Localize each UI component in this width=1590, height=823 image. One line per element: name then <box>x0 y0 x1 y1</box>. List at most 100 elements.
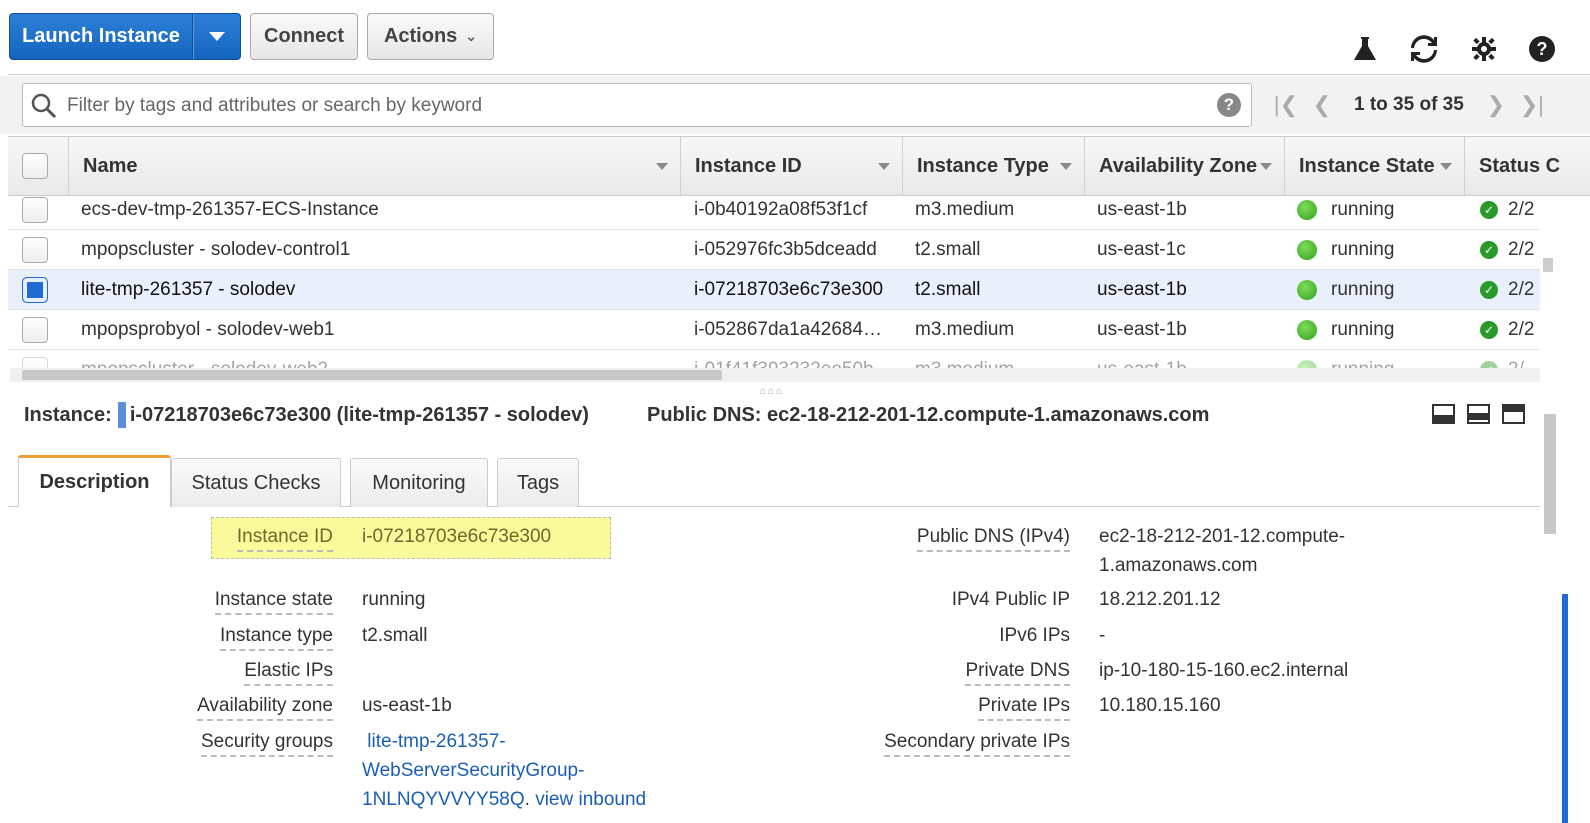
col-instance-type[interactable]: Instance Type <box>902 137 1084 195</box>
col-zone-label: Availability Zone <box>1099 154 1258 177</box>
cell-state: running <box>1297 196 1467 230</box>
security-group-link[interactable]: lite-tmp-261357- <box>362 731 505 752</box>
table-row-selected[interactable]: lite-tmp-261357 - solodev i-07218703e6c7… <box>8 270 1540 310</box>
launch-instance-dropdown[interactable] <box>193 13 241 60</box>
table-row[interactable]: ecs-dev-tmp-261357-ECS-Instance i-0b4019… <box>8 196 1540 230</box>
pane-layout-controls <box>1432 404 1525 424</box>
cell-status: ✓ 2/2 <box>1480 196 1540 230</box>
layout-bottom-icon[interactable] <box>1432 404 1455 424</box>
instance-label: Instance: <box>24 403 112 426</box>
pane-resize-handle[interactable]: ⌂⌂⌂ <box>760 386 784 397</box>
chevron-down-icon: ⌄ <box>465 28 478 44</box>
check-icon: ✓ <box>1480 241 1498 259</box>
label-private-ips: Private IPs <box>850 695 1070 721</box>
question-icon[interactable]: ? <box>1217 93 1241 117</box>
row-checkbox-cell <box>22 230 62 270</box>
table-row[interactable]: mpopscluster - solodev-control1 i-052976… <box>8 230 1540 270</box>
col-instance-state[interactable]: Instance State <box>1284 137 1464 195</box>
cell-zone: us-east-1b <box>1097 319 1187 340</box>
actions-label: Actions <box>383 25 458 47</box>
filter-bar: ? |❮ ❮ 1 to 35 of 35 ❯ ❯| <box>0 76 1590 134</box>
running-status-icon <box>1297 200 1317 220</box>
state-label: running <box>1331 279 1395 300</box>
value-public-dns: ec2-18-212-201-12.compute- 1.amazonaws.c… <box>1099 522 1345 580</box>
flask-icon[interactable] <box>1348 32 1382 66</box>
label-public-dns: Public DNS (IPv4) <box>850 526 1070 552</box>
sort-icon <box>1060 163 1072 170</box>
detail-vertical-scrollbar[interactable] <box>1543 396 1557 823</box>
first-page-icon[interactable]: |❮ <box>1268 92 1304 118</box>
gear-icon[interactable] <box>1467 32 1501 66</box>
actions-button[interactable]: Actions ⌄ <box>367 13 494 60</box>
col-name[interactable]: Name <box>68 137 680 195</box>
chevron-down-icon <box>209 32 225 41</box>
search-input[interactable] <box>67 92 1207 120</box>
state-label: running <box>1331 239 1395 260</box>
label-availability-zone: Availability zone <box>100 695 333 721</box>
cell-instance-id: i-0b40192a08f53f1cf <box>694 199 868 220</box>
table-vertical-scrollbar[interactable] <box>1541 196 1555 356</box>
value-security-groups: lite-tmp-261357- WebServerSecurityGroup-… <box>362 731 647 810</box>
status-label: 2/2 <box>1508 319 1535 340</box>
label-private-dns: Private DNS <box>850 660 1070 686</box>
tab-monitoring[interactable]: Monitoring <box>350 458 488 507</box>
row-checkbox[interactable] <box>22 237 48 263</box>
cell-name: lite-tmp-261357 - solodev <box>81 279 296 300</box>
label-elastic-ips: Elastic IPs <box>100 660 333 686</box>
tab-description[interactable]: Description <box>18 455 171 507</box>
col-status-label: Status C <box>1479 154 1561 177</box>
cell-type: t2.small <box>915 239 981 260</box>
sort-icon <box>1260 163 1272 170</box>
instances-table: ecs-dev-tmp-261357-ECS-Instance i-0b4019… <box>8 196 1540 382</box>
col-status-checks[interactable]: Status C <box>1464 137 1590 195</box>
row-checkbox-cell <box>22 270 62 310</box>
table-horizontal-scrollbar[interactable] <box>10 368 1540 382</box>
security-group-link-cont[interactable]: WebServerSecurityGroup- <box>362 760 584 781</box>
cell-zone: us-east-1b <box>1097 279 1187 300</box>
svg-text:?: ? <box>1537 39 1548 59</box>
cell-name: mpopsprobyol - solodev-web1 <box>81 319 335 340</box>
next-page-icon[interactable]: ❯ <box>1478 92 1514 118</box>
refresh-icon[interactable] <box>1407 32 1441 66</box>
tab-status-checks[interactable]: Status Checks <box>171 458 341 507</box>
launch-instance-button[interactable]: Launch Instance <box>9 13 193 60</box>
running-status-icon <box>1297 240 1317 260</box>
value-instance-state: running <box>362 589 426 610</box>
running-status-icon <box>1297 320 1317 340</box>
row-checkbox-checked[interactable] <box>22 277 48 303</box>
detail-tabs: Description Status Checks Monitoring Tag… <box>8 455 1540 507</box>
row-checkbox-cell <box>22 310 62 350</box>
instance-value: i-07218703e6c73e300 (lite-tmp-261357 - s… <box>129 403 589 426</box>
row-checkbox[interactable] <box>22 197 48 223</box>
public-dns-line2: 1.amazonaws.com <box>1099 555 1258 576</box>
check-icon: ✓ <box>1480 321 1498 339</box>
view-inbound-rules-link[interactable]: view inbound <box>535 789 646 810</box>
layout-split-icon[interactable] <box>1467 404 1490 424</box>
check-icon: ✓ <box>1480 201 1498 219</box>
select-all-checkbox[interactable] <box>22 153 48 179</box>
prev-page-icon[interactable]: ❮ <box>1304 92 1340 118</box>
scrollbar-thumb[interactable] <box>1544 414 1556 534</box>
last-page-icon[interactable]: ❯| <box>1514 92 1550 118</box>
status-label: 2/2 <box>1508 239 1535 260</box>
cell-type: m3.medium <box>915 319 1015 340</box>
layout-top-icon[interactable] <box>1502 404 1525 424</box>
row-checkbox[interactable] <box>22 317 48 343</box>
detail-public-dns: Public DNS: ec2-18-212-201-12.compute-1.… <box>647 403 1210 426</box>
sort-icon <box>1440 163 1452 170</box>
value-instance-type: t2.small <box>362 625 428 646</box>
label-instance-state: Instance state <box>100 589 333 615</box>
tab-tags[interactable]: Tags <box>497 458 579 507</box>
connect-button[interactable]: Connect <box>250 13 358 60</box>
toolbar: Launch Instance Connect Actions ⌄ ? <box>0 0 1590 76</box>
cell-state: running <box>1297 270 1467 310</box>
table-row[interactable]: mpopsprobyol - solodev-web1 i-052867da1a… <box>8 310 1540 350</box>
scrollbar-thumb[interactable] <box>1543 258 1553 272</box>
security-group-link-cont2[interactable]: 1NLNQYVVYY58Q <box>362 789 525 810</box>
cell-type: m3.medium <box>915 199 1015 220</box>
col-instance-id[interactable]: Instance ID <box>680 137 902 195</box>
pager-text: 1 to 35 of 35 <box>1354 94 1464 115</box>
col-availability-zone[interactable]: Availability Zone <box>1084 137 1284 195</box>
help-circle-icon[interactable]: ? <box>1525 32 1559 66</box>
scrollbar-thumb[interactable] <box>22 370 722 380</box>
